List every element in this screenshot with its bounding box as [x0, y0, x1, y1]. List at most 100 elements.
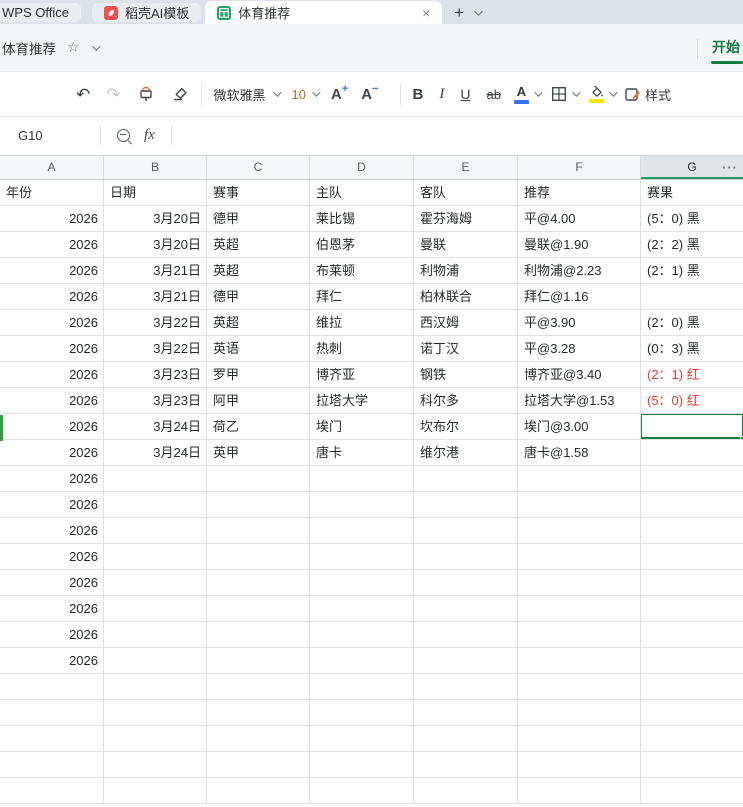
cell-date[interactable]: 3月21日 — [104, 284, 207, 310]
fill-color-button[interactable] — [588, 85, 618, 103]
header-cell[interactable]: 日期 — [104, 180, 207, 206]
cell-result[interactable]: (5：0) 红 — [641, 388, 743, 414]
cell-tip[interactable]: 平@3.90 — [518, 310, 641, 336]
decrease-font-button[interactable]: A − — [361, 83, 378, 103]
cell[interactable] — [207, 778, 310, 804]
cell[interactable] — [207, 544, 310, 570]
cell[interactable] — [104, 674, 207, 700]
cell-year[interactable]: 2026 — [0, 310, 104, 336]
cell[interactable] — [641, 726, 743, 752]
cell-tip[interactable]: 唐卡@1.58 — [518, 440, 641, 466]
cell-year[interactable]: 2026 — [0, 466, 104, 492]
cell-away-team[interactable]: 西汉姆 — [414, 310, 518, 336]
cell-year[interactable]: 2026 — [0, 336, 104, 362]
cell-year[interactable]: 2026 — [0, 414, 104, 440]
cell[interactable] — [310, 466, 414, 492]
underline-button[interactable]: U — [460, 86, 470, 102]
font-size-select[interactable]: 10 — [292, 87, 321, 102]
cell-away-team[interactable]: 霍芬海姆 — [414, 206, 518, 232]
cell[interactable] — [207, 570, 310, 596]
cell-tip[interactable]: 拉塔大学@1.53 — [518, 388, 641, 414]
cell[interactable] — [641, 518, 743, 544]
cell[interactable] — [310, 648, 414, 674]
cell[interactable] — [518, 596, 641, 622]
ribbon-tab-home[interactable]: 开始 — [712, 37, 740, 57]
cell-league[interactable]: 德甲 — [207, 284, 310, 310]
column-header-A[interactable]: A — [0, 156, 104, 179]
cell-year[interactable]: 2026 — [0, 258, 104, 284]
header-cell[interactable]: 赛事 — [207, 180, 310, 206]
cell[interactable] — [310, 492, 414, 518]
borders-chevron-icon[interactable] — [572, 88, 581, 97]
cell[interactable] — [641, 544, 743, 570]
cell[interactable] — [104, 466, 207, 492]
cell[interactable] — [207, 752, 310, 778]
header-cell[interactable]: 赛果 — [641, 180, 743, 206]
cell[interactable] — [104, 648, 207, 674]
cell-home-team[interactable]: 埃门 — [310, 414, 414, 440]
cell[interactable] — [310, 622, 414, 648]
cell[interactable] — [310, 752, 414, 778]
cell-home-team[interactable]: 布莱顿 — [310, 258, 414, 284]
cell-league[interactable]: 德甲 — [207, 206, 310, 232]
new-tab-button[interactable]: + — [454, 4, 464, 21]
cell[interactable] — [207, 726, 310, 752]
cell[interactable] — [518, 570, 641, 596]
cell[interactable] — [414, 752, 518, 778]
cell[interactable] — [414, 648, 518, 674]
cell[interactable] — [207, 648, 310, 674]
cell-year[interactable]: 2026 — [0, 544, 104, 570]
cell-tip[interactable]: 曼联@1.90 — [518, 232, 641, 258]
column-header-D[interactable]: D — [310, 156, 414, 179]
cell-away-team[interactable]: 利物浦 — [414, 258, 518, 284]
cell[interactable] — [104, 752, 207, 778]
cell-away-team[interactable]: 钢铁 — [414, 362, 518, 388]
cell-league[interactable]: 英超 — [207, 258, 310, 284]
cell-year[interactable]: 2026 — [0, 362, 104, 388]
cell-away-team[interactable]: 曼联 — [414, 232, 518, 258]
cell[interactable] — [207, 622, 310, 648]
cell[interactable] — [518, 492, 641, 518]
cell[interactable] — [104, 518, 207, 544]
cell[interactable] — [104, 492, 207, 518]
cell[interactable] — [104, 778, 207, 804]
fill-color-chevron-icon[interactable] — [609, 88, 618, 97]
cell[interactable] — [641, 466, 743, 492]
cell-away-team[interactable]: 坎布尔 — [414, 414, 518, 440]
cell[interactable] — [414, 622, 518, 648]
close-tab-icon[interactable]: × — [418, 5, 434, 21]
cell-league[interactable]: 英超 — [207, 232, 310, 258]
cell[interactable] — [414, 492, 518, 518]
cell-year[interactable]: 2026 — [0, 492, 104, 518]
bold-button[interactable]: B — [413, 86, 424, 103]
cell-tip[interactable]: 博齐亚@3.40 — [518, 362, 641, 388]
cell[interactable] — [414, 674, 518, 700]
cell[interactable] — [641, 492, 743, 518]
cell[interactable] — [414, 466, 518, 492]
cell-result[interactable] — [641, 440, 743, 466]
column-header-B[interactable]: B — [104, 156, 207, 179]
cell-date[interactable]: 3月23日 — [104, 388, 207, 414]
cell[interactable] — [207, 700, 310, 726]
cell[interactable] — [0, 726, 104, 752]
tab-wps-office[interactable]: WPS Office — [0, 3, 81, 22]
cell-result[interactable] — [641, 284, 743, 310]
cell[interactable] — [518, 700, 641, 726]
cell-league[interactable]: 英语 — [207, 336, 310, 362]
cell[interactable] — [414, 570, 518, 596]
cell[interactable] — [0, 700, 104, 726]
cell-styles-button[interactable]: 样式 — [624, 85, 671, 104]
cell[interactable] — [641, 570, 743, 596]
cell-home-team[interactable]: 伯恩茅 — [310, 232, 414, 258]
cell[interactable] — [641, 622, 743, 648]
cell-away-team[interactable]: 诺丁汉 — [414, 336, 518, 362]
cell-league[interactable]: 阿甲 — [207, 388, 310, 414]
cell[interactable] — [104, 544, 207, 570]
cell-year[interactable]: 2026 — [0, 518, 104, 544]
cell-year[interactable]: 2026 — [0, 284, 104, 310]
star-icon[interactable]: ☆ — [67, 39, 80, 56]
cell[interactable] — [207, 466, 310, 492]
header-cell[interactable]: 年份 — [0, 180, 104, 206]
cell[interactable] — [641, 648, 743, 674]
font-color-button[interactable]: A — [513, 85, 543, 104]
